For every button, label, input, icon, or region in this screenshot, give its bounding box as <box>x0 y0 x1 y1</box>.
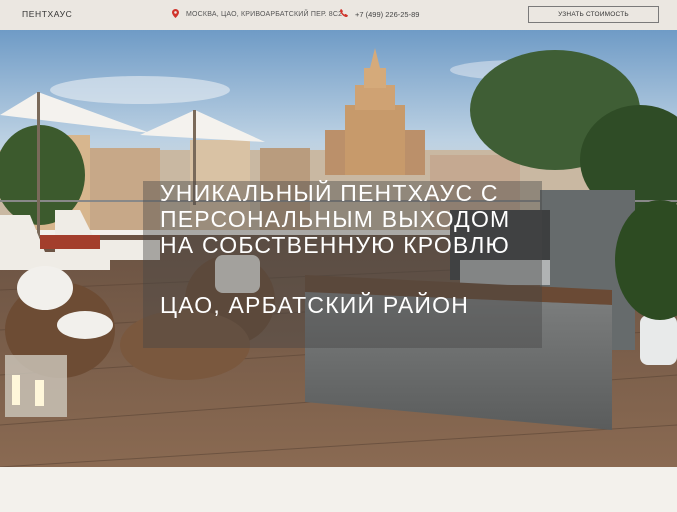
address-text: МОСКВА, ЦАО, КРИВОАРБАТСКИЙ ПЕР. 8С2 <box>186 11 343 18</box>
headline-line-2: ПЕРСОНАЛЬНЫМ ВЫХОДОМ <box>160 206 511 232</box>
phone-number[interactable]: +7 (499) 226-25-89 <box>355 10 419 19</box>
hero-headline: УНИКАЛЬНЫЙ ПЕНТХАУС С ПЕРСОНАЛЬНЫМ ВЫХОД… <box>160 180 540 258</box>
phone[interactable]: +7 (499) 226-25-89 <box>340 9 419 19</box>
headline-line-1: УНИКАЛЬНЫЙ ПЕНТХАУС С <box>160 180 499 206</box>
get-price-button[interactable]: УЗНАТЬ СТОИМОСТЬ <box>528 6 659 23</box>
address: МОСКВА, ЦАО, КРИВОАРБАТСКИЙ ПЕР. 8С2 <box>172 9 342 20</box>
map-pin-icon <box>172 9 179 20</box>
site-header: ПЕНТХАУС МОСКВА, ЦАО, КРИВОАРБАТСКИЙ ПЕР… <box>0 0 677 30</box>
hero-section: УНИКАЛЬНЫЙ ПЕНТХАУС С ПЕРСОНАЛЬНЫМ ВЫХОД… <box>0 30 677 467</box>
hero-location: ЦАО, АРБАТСКИЙ РАЙОН <box>160 292 470 318</box>
headline-line-3: НА СОБСТВЕННУЮ КРОВЛЮ <box>160 232 510 258</box>
site-logo[interactable]: ПЕНТХАУС <box>22 9 72 19</box>
page-bottom-strip <box>0 467 677 512</box>
phone-icon <box>340 9 348 19</box>
